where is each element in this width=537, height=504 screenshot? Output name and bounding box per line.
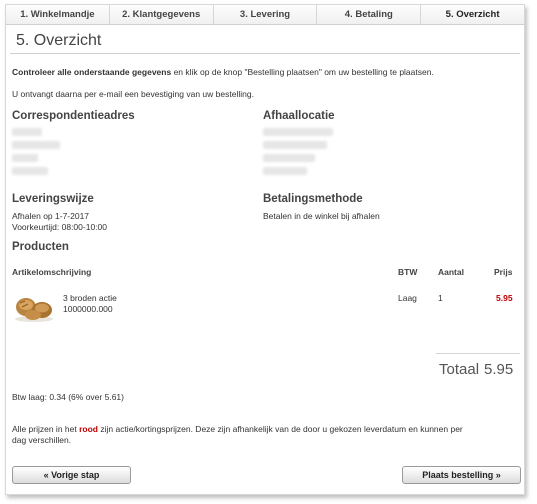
product-quantity: 1	[438, 293, 443, 303]
total-label: Totaal	[439, 361, 480, 378]
delivery-heading: Leveringswijze	[12, 193, 94, 205]
place-order-button[interactable]: Plaats bestelling »	[402, 466, 521, 484]
column-price: Prijs	[494, 267, 513, 277]
product-code: 1000000.000	[63, 304, 113, 314]
price-note-end: zijn actie/kortingsprijzen. Deze zijn af…	[97, 424, 463, 434]
step-delivery[interactable]: 3. Levering	[214, 5, 318, 24]
product-price: 5.95	[496, 293, 513, 303]
intro-text: Controleer alle onderstaande gegevens en…	[12, 67, 434, 77]
step-payment[interactable]: 4. Betaling	[317, 5, 422, 24]
payment-heading: Betalingsmethode	[263, 193, 363, 205]
delivery-date: Afhalen op 1-7-2017	[12, 211, 90, 221]
price-note-start: Alle prijzen in het	[12, 424, 80, 434]
bread-product-image[interactable]	[13, 293, 55, 323]
price-note-red-word: rood	[79, 424, 98, 434]
checkout-steps: 1. Winkelmandje 2. Klantgegevens 3. Leve…	[6, 5, 524, 25]
price-note-continued: dag verschillen.	[12, 435, 72, 445]
redacted-address-line	[12, 167, 48, 175]
intro-bold: Controleer alle onderstaande gegevens	[12, 67, 172, 77]
price-note: Alle prijzen in het rood zijn actie/kort…	[12, 424, 463, 434]
redacted-pickup-line	[263, 128, 333, 136]
delivery-time: Voorkeurtijd: 08:00-10:00	[12, 222, 107, 232]
column-description: Artikelomschrijving	[12, 267, 92, 277]
product-vat: Laag	[398, 293, 417, 303]
page-title: 5. Overzicht	[16, 32, 102, 49]
redacted-pickup-line	[263, 141, 327, 149]
redacted-pickup-line	[263, 167, 307, 175]
step-customer-details[interactable]: 2. Klantgegevens	[110, 5, 214, 24]
step-overview: 5. Overzicht	[445, 9, 500, 20]
total-divider	[436, 353, 520, 354]
checkout-panel: 1. Winkelmandje 2. Klantgegevens 3. Leve…	[5, 4, 525, 495]
column-quantity: Aantal	[438, 267, 464, 277]
title-divider	[10, 53, 520, 54]
previous-step-button[interactable]: « Vorige stap	[12, 466, 131, 484]
redacted-address-line	[12, 141, 60, 149]
total-value: 5.95	[484, 361, 514, 378]
pickup-heading: Afhaallocatie	[263, 110, 335, 122]
confirmation-text: U ontvangt daarna per e-mail een bevesti…	[12, 89, 254, 99]
redacted-address-line	[12, 128, 42, 136]
step-cart[interactable]: 1. Winkelmandje	[6, 5, 110, 24]
product-name: 3 broden actie	[63, 293, 117, 303]
correspondence-heading: Correspondentieadres	[12, 110, 135, 122]
intro-rest: en klik op de knop "Bestelling plaatsen"…	[171, 67, 434, 77]
payment-method: Betalen in de winkel bij afhalen	[263, 211, 380, 221]
products-heading: Producten	[12, 241, 69, 253]
column-vat: BTW	[398, 267, 418, 277]
redacted-address-line	[12, 154, 38, 162]
redacted-pickup-line	[263, 154, 315, 162]
vat-summary: Btw laag: 0.34 (6% over 5.61)	[12, 392, 124, 402]
